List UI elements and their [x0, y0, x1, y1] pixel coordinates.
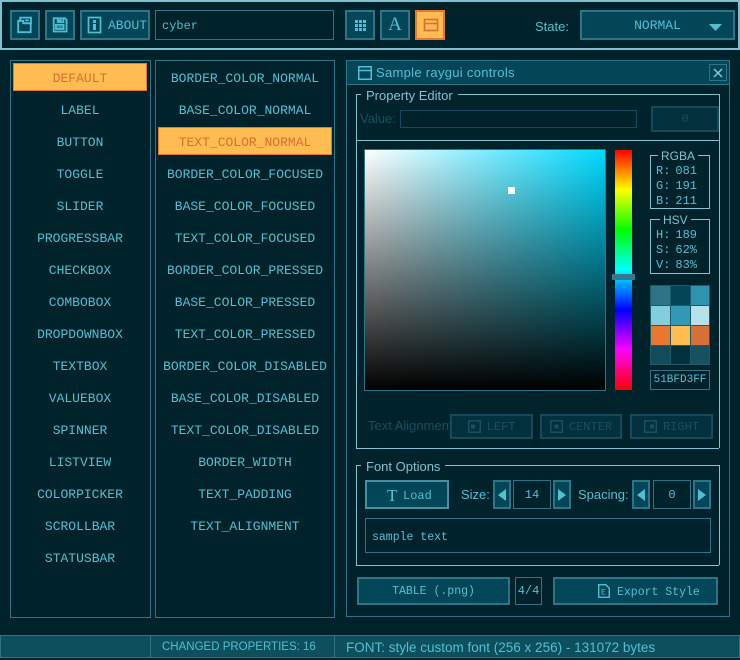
- svg-text:E: E: [601, 589, 606, 598]
